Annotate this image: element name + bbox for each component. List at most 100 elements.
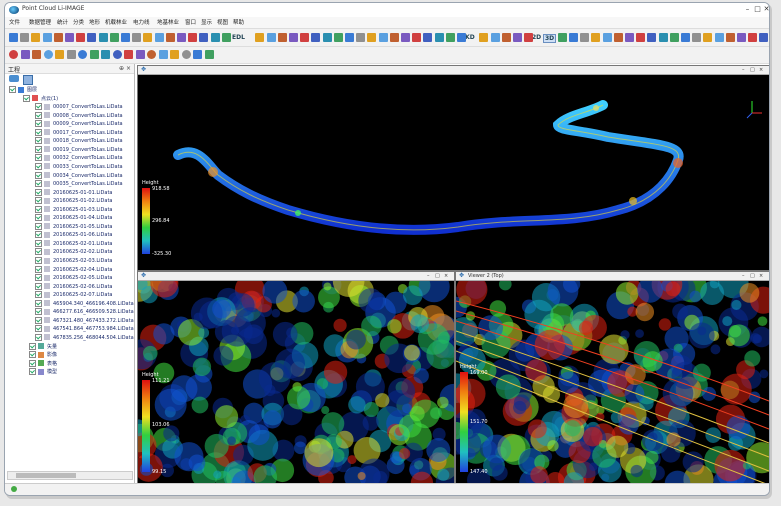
toolbar-tool-icon[interactable] bbox=[412, 33, 422, 42]
toolbar-tool-icon[interactable] bbox=[591, 33, 601, 42]
checkbox[interactable] bbox=[35, 265, 42, 273]
checkbox[interactable] bbox=[35, 205, 42, 213]
toolbar-tool-icon[interactable] bbox=[602, 33, 612, 42]
view-2d-button[interactable]: 2D bbox=[532, 34, 541, 41]
viewport-bottom-left[interactable]: ✥ – □ × Height 111.21 103.06 99.15 bbox=[137, 271, 455, 485]
vp-close-icon[interactable]: × bbox=[759, 66, 763, 74]
toolbar-tool-icon[interactable] bbox=[20, 33, 30, 42]
toolbar-tool-icon[interactable] bbox=[737, 33, 746, 42]
toolbar-tool-icon[interactable] bbox=[78, 50, 87, 59]
toolbar-tool-icon[interactable] bbox=[289, 33, 298, 42]
checkbox[interactable] bbox=[35, 282, 42, 290]
toolbar-tool-icon[interactable] bbox=[311, 33, 321, 42]
toolbar-tool-icon[interactable] bbox=[221, 33, 231, 42]
toolbar-tool-icon[interactable] bbox=[188, 33, 198, 42]
toolbar-tool-icon[interactable] bbox=[423, 33, 433, 42]
toolbar-tool-icon[interactable] bbox=[66, 50, 76, 59]
viewport-bottom-right[interactable]: ✥ Viewer 2 (Top) – □ × Height 169.00 151… bbox=[455, 271, 769, 485]
edl-button[interactable]: EDL bbox=[232, 34, 245, 41]
toolbar-tool-icon[interactable] bbox=[121, 33, 130, 42]
toolbar-tool-icon[interactable] bbox=[322, 33, 332, 42]
checkbox[interactable] bbox=[35, 188, 42, 196]
menu-powerline[interactable]: 电力线 bbox=[133, 18, 150, 26]
toolbar-tool-icon[interactable] bbox=[9, 33, 18, 42]
toolbar-tool-icon[interactable] bbox=[479, 33, 489, 42]
toolbar-tool-icon[interactable] bbox=[356, 33, 366, 42]
toolbar-tool-icon[interactable] bbox=[333, 33, 343, 42]
toolbar-tool-icon[interactable] bbox=[378, 33, 388, 42]
toolbar-tool-icon[interactable] bbox=[193, 50, 202, 59]
toolbar-tool-icon[interactable] bbox=[658, 33, 668, 42]
toolbar-tool-icon[interactable] bbox=[681, 33, 690, 42]
toolbar-tool-icon[interactable] bbox=[143, 33, 153, 42]
view-3d-button[interactable]: 3D bbox=[543, 34, 557, 43]
toolbar-tool-icon[interactable] bbox=[501, 33, 511, 42]
vp-restore-icon[interactable]: □ bbox=[750, 272, 755, 280]
checkbox[interactable] bbox=[9, 86, 16, 93]
checkbox[interactable] bbox=[35, 231, 42, 239]
toolbar-tool-icon[interactable] bbox=[112, 50, 122, 59]
checkbox[interactable] bbox=[35, 239, 42, 247]
checkbox[interactable] bbox=[35, 162, 42, 170]
checkbox[interactable] bbox=[35, 214, 42, 222]
checkbox[interactable] bbox=[35, 325, 42, 333]
toolbar-tool-icon[interactable] bbox=[524, 33, 534, 42]
toolbar-tool-icon[interactable] bbox=[177, 33, 186, 42]
checkbox[interactable] bbox=[35, 333, 42, 341]
checkbox[interactable] bbox=[35, 154, 42, 162]
toolbar-tool-icon[interactable] bbox=[367, 33, 377, 42]
toolbar-tool-icon[interactable] bbox=[109, 33, 119, 42]
checkbox[interactable] bbox=[23, 94, 30, 102]
toolbar-tool-icon[interactable] bbox=[98, 33, 108, 42]
pin-icon[interactable]: ⊕ bbox=[119, 65, 124, 72]
menu-file[interactable]: 文件 bbox=[9, 18, 20, 26]
vp-close-icon[interactable]: × bbox=[444, 272, 448, 280]
vp-restore-icon[interactable]: □ bbox=[435, 272, 440, 280]
viewport-nav-icon[interactable]: ✥ bbox=[459, 273, 465, 279]
checkbox[interactable] bbox=[29, 359, 36, 367]
toolbar-tool-icon[interactable] bbox=[53, 33, 63, 42]
toolbar-tool-icon[interactable] bbox=[170, 50, 179, 59]
toolbar-tool-icon[interactable] bbox=[32, 50, 41, 59]
toolbar-tool-icon[interactable] bbox=[748, 33, 758, 42]
toolbar-tool-icon[interactable] bbox=[692, 33, 702, 42]
checkbox[interactable] bbox=[35, 308, 42, 316]
toolbar-tool-icon[interactable] bbox=[89, 50, 99, 59]
toolbar-tool-icon[interactable] bbox=[300, 33, 310, 42]
panel-close-icon[interactable]: × bbox=[126, 65, 131, 72]
toolbar-tool-icon[interactable] bbox=[101, 50, 110, 59]
toolbar-tool-icon[interactable] bbox=[401, 33, 410, 42]
toolbar-tool-icon[interactable] bbox=[725, 33, 735, 42]
toolbar-tool-icon[interactable] bbox=[490, 33, 500, 42]
toolbar-tool-icon[interactable] bbox=[31, 33, 41, 42]
minimize-icon[interactable]: – bbox=[743, 5, 752, 14]
tree-item-layer[interactable]: 模型 bbox=[29, 368, 57, 377]
checkbox[interactable] bbox=[35, 128, 42, 136]
toolbar-tool-icon[interactable] bbox=[181, 50, 191, 59]
toolbar-tool-icon[interactable] bbox=[154, 33, 164, 42]
menu-data[interactable]: 数据管理 bbox=[29, 18, 51, 26]
vp-minimize-icon[interactable]: – bbox=[742, 66, 745, 74]
viewport-nav-icon[interactable]: ✥ bbox=[141, 273, 147, 279]
menu-airborne-forestry[interactable]: 机载林业 bbox=[105, 18, 127, 26]
menu-window[interactable]: 窗口 bbox=[185, 18, 196, 26]
menu-terrain[interactable]: 地形 bbox=[89, 18, 100, 26]
checkbox[interactable] bbox=[35, 171, 42, 179]
close-icon[interactable]: ✕ bbox=[762, 5, 769, 14]
toolbar-tool-icon[interactable] bbox=[445, 33, 455, 42]
menu-terrestrial-forestry[interactable]: 地基林业 bbox=[157, 18, 179, 26]
viewport-nav-icon[interactable]: ✥ bbox=[141, 67, 147, 73]
horizontal-scrollbar[interactable] bbox=[7, 471, 133, 480]
toolbar-tool-icon[interactable] bbox=[255, 33, 265, 42]
checkbox[interactable] bbox=[35, 197, 42, 205]
toolbar-tool-icon[interactable] bbox=[345, 33, 354, 42]
checkbox[interactable] bbox=[35, 274, 42, 282]
toolbar-tool-icon[interactable] bbox=[389, 33, 399, 42]
checkbox[interactable] bbox=[35, 111, 42, 119]
checkbox[interactable] bbox=[35, 291, 42, 299]
toolbar-tool-icon[interactable] bbox=[625, 33, 634, 42]
menu-classify[interactable]: 分类 bbox=[73, 18, 84, 26]
layer-add-icon[interactable] bbox=[9, 75, 19, 82]
viewport-top[interactable]: ✥ – □ × Height 918.58 296.84 -325.30 bbox=[137, 65, 769, 271]
toolbar-tool-icon[interactable] bbox=[636, 33, 646, 42]
